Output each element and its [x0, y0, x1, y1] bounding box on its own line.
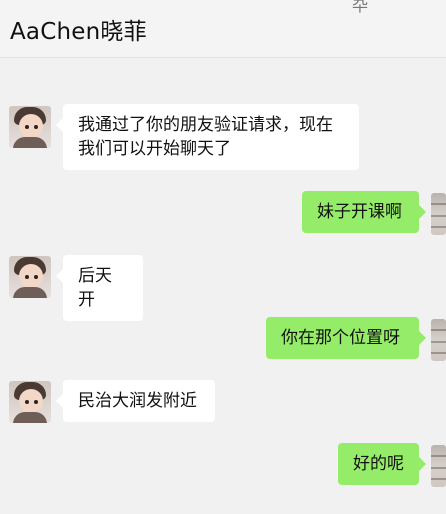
avatar-detail — [431, 455, 446, 457]
message-text: 好的呢 — [353, 454, 404, 474]
message-bubble[interactable]: 后天开 — [56, 255, 143, 321]
avatar-eye — [25, 125, 29, 129]
chat-header: AaChen晓菲 卆 — [0, 0, 446, 58]
message-text: 你在那个位置呀 — [281, 328, 400, 348]
avatar-eye — [34, 400, 38, 404]
avatar-detail — [431, 341, 446, 343]
message-text: 民治大润发附近 — [78, 391, 197, 411]
contact-avatar[interactable] — [9, 106, 51, 148]
message-text-line: 我通过了你的朋友验证请求，现在 — [78, 115, 333, 135]
self-avatar[interactable] — [431, 319, 446, 361]
message-bubble[interactable]: 我通过了你的朋友验证请求，现在 我们可以开始聊天了 — [56, 104, 359, 170]
avatar-eye — [25, 400, 29, 404]
avatar-face — [19, 389, 43, 413]
avatar-detail — [431, 226, 446, 228]
avatar-detail — [431, 329, 446, 331]
contact-avatar[interactable] — [9, 256, 51, 298]
message-row: 民治大润发附近 — [0, 380, 446, 424]
message-row: 好的呢 — [0, 443, 446, 487]
avatar-body — [13, 412, 47, 423]
message-text-line: 我们可以开始聊天了 — [78, 139, 231, 159]
avatar-detail — [431, 467, 446, 469]
message-text: 后天开 — [78, 266, 112, 310]
avatar-detail — [431, 352, 446, 354]
message-bubble[interactable]: 妹子开课啊 — [302, 191, 426, 233]
avatar-face — [19, 264, 43, 288]
message-bubble[interactable]: 你在那个位置呀 — [266, 317, 426, 359]
message-row: 我通过了你的朋友验证请求，现在 我们可以开始聊天了 — [0, 104, 446, 174]
message-bubble[interactable]: 民治大润发附近 — [56, 380, 215, 422]
avatar-eye — [34, 275, 38, 279]
self-avatar[interactable] — [431, 193, 446, 235]
message-bubble[interactable]: 好的呢 — [338, 443, 426, 485]
avatar-detail — [431, 478, 446, 480]
header-corner-glyph: 卆 — [352, 0, 369, 15]
message-row: 你在那个位置呀 — [0, 317, 446, 361]
avatar-detail — [431, 215, 446, 217]
self-avatar[interactable] — [431, 445, 446, 487]
avatar-body — [13, 137, 47, 148]
avatar-body — [13, 287, 47, 298]
contact-avatar[interactable] — [9, 381, 51, 423]
chat-title: AaChen晓菲 — [10, 19, 147, 45]
message-row: 妹子开课啊 — [0, 191, 446, 235]
avatar-eye — [25, 275, 29, 279]
avatar-detail — [431, 203, 446, 205]
message-text: 妹子开课啊 — [317, 202, 402, 222]
avatar-face — [19, 114, 43, 138]
avatar-eye — [34, 125, 38, 129]
message-row: 后天开 — [0, 255, 446, 321]
